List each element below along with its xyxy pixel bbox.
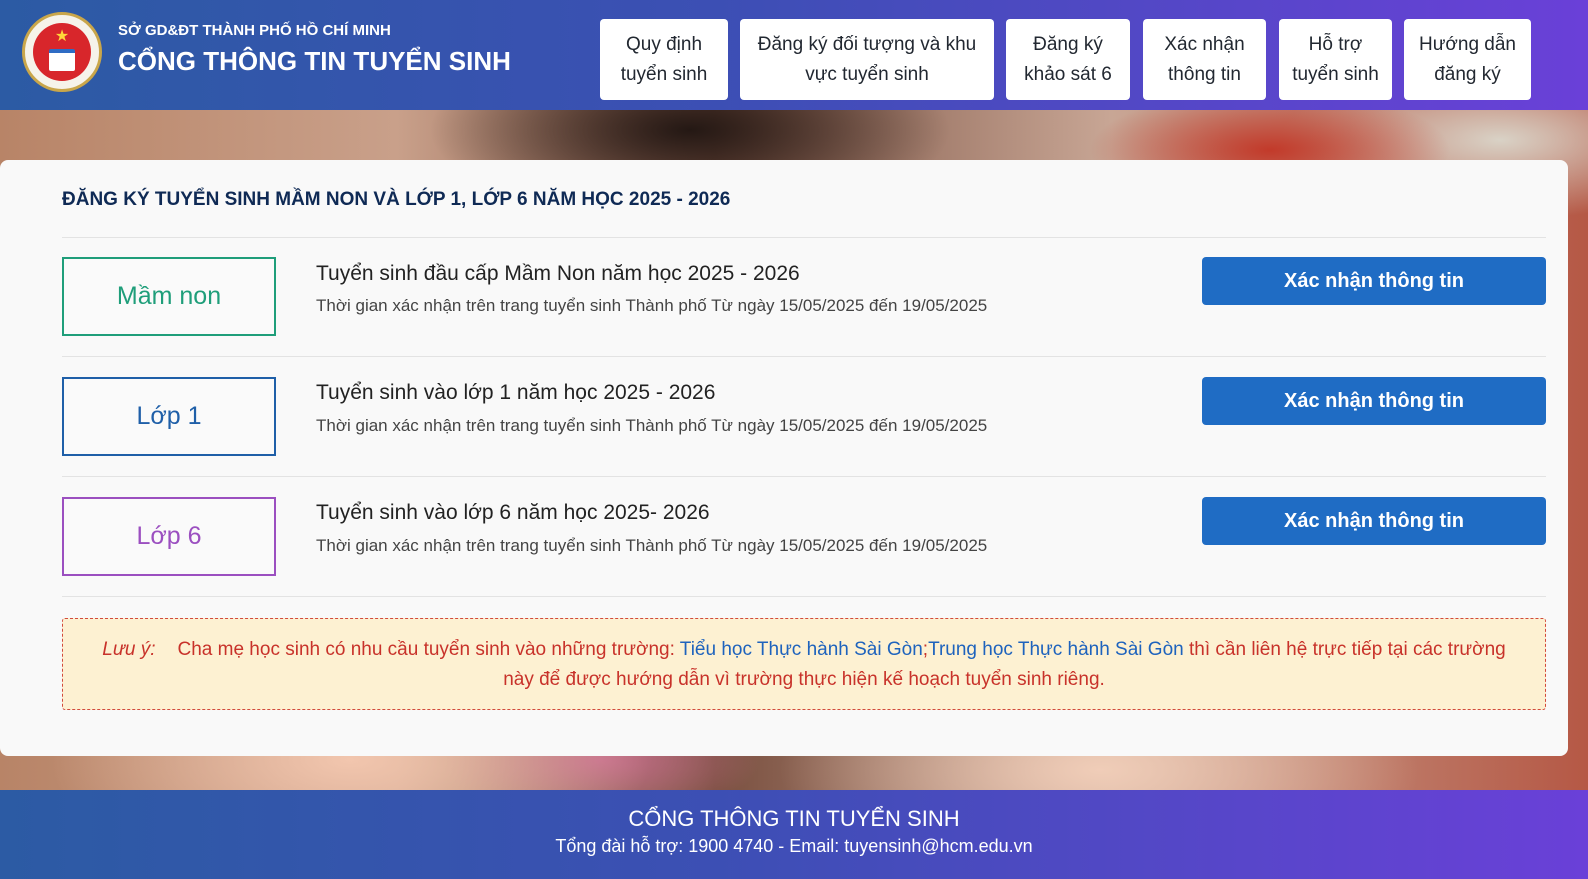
nav-label-line1: Đăng ký bbox=[1033, 33, 1103, 55]
nav-label-line2: vực tuyển sinh bbox=[805, 63, 929, 85]
nav-regulations[interactable]: Quy định tuyển sinh bbox=[600, 19, 728, 100]
nav-label-line1: Hỗ trợ bbox=[1308, 33, 1363, 55]
star-icon: ★ bbox=[54, 28, 70, 45]
department-logo[interactable]: ★ bbox=[22, 12, 102, 92]
nav-label-line1: Hướng dẫn bbox=[1418, 33, 1516, 55]
book-icon bbox=[49, 49, 75, 71]
nav-register-area[interactable]: Đăng ký đối tượng và khu vực tuyển sinh bbox=[740, 19, 994, 100]
confirm-button-lop-1[interactable]: Xác nhận thông tin bbox=[1202, 377, 1546, 425]
nav-label-line1: Quy định bbox=[625, 33, 703, 55]
confirm-button-lop-6[interactable]: Xác nhận thông tin bbox=[1202, 497, 1546, 545]
logo-emblem: ★ bbox=[33, 23, 91, 81]
level-badge-lop-1: Lớp 1 bbox=[62, 377, 276, 456]
link-trung-hoc-thuc-hanh[interactable]: Trung học Thực hành Sài Gòn bbox=[928, 639, 1184, 660]
level-badge-mam-non: Mầm non bbox=[62, 257, 276, 336]
nav-label-line2: tuyển sinh bbox=[620, 63, 708, 85]
nav-confirm-info[interactable]: Xác nhận thông tin bbox=[1143, 19, 1266, 100]
row-subtitle: Thời gian xác nhận trên trang tuyển sinh… bbox=[316, 416, 988, 435]
org-name: SỞ GD&ĐT THÀNH PHỐ HỒ CHÍ MINH bbox=[118, 22, 391, 39]
nav-survey-grade6[interactable]: Đăng ký khảo sát 6 bbox=[1006, 19, 1130, 100]
link-tieu-hoc-thuc-hanh[interactable]: Tiểu học Thực hành Sài Gòn bbox=[680, 639, 923, 660]
nav-guide[interactable]: Hướng dẫn đăng ký bbox=[1404, 19, 1531, 100]
row-title: Tuyển sinh vào lớp 6 năm học 2025- 2026 bbox=[316, 501, 710, 524]
row-subtitle: Thời gian xác nhận trên trang tuyển sinh… bbox=[316, 536, 988, 555]
divider bbox=[62, 237, 1546, 238]
notice-box: Lưu ý: Cha mẹ học sinh có nhu cầu tuyển s… bbox=[62, 618, 1546, 710]
nav-label-line2: đăng ký bbox=[1434, 63, 1501, 85]
site-header: ★ SỞ GD&ĐT THÀNH PHỐ HỒ CHÍ MINH CỔNG TH… bbox=[0, 0, 1588, 110]
nav-support[interactable]: Hỗ trợ tuyển sinh bbox=[1279, 19, 1392, 100]
footer-title: CỔNG THÔNG TIN TUYỂN SINH bbox=[628, 806, 960, 831]
nav-label-line1: Đăng ký đối tượng và khu bbox=[757, 33, 977, 55]
divider bbox=[62, 476, 1546, 477]
nav-label-line1: Xác nhận bbox=[1164, 33, 1245, 55]
notice-label: Lưu ý: bbox=[102, 639, 156, 660]
row-subtitle: Thời gian xác nhận trên trang tuyển sinh… bbox=[316, 296, 988, 315]
nav-label-line2: thông tin bbox=[1168, 63, 1241, 85]
nav-label-line2: khảo sát 6 bbox=[1024, 63, 1112, 85]
portal-title[interactable]: CỔNG THÔNG TIN TUYỂN SINH bbox=[118, 46, 511, 77]
row-title: Tuyển sinh vào lớp 1 năm học 2025 - 2026 bbox=[316, 381, 716, 404]
site-footer: CỔNG THÔNG TIN TUYỂN SINH Tổng đài hỗ tr… bbox=[0, 790, 1588, 879]
confirm-button-mam-non[interactable]: Xác nhận thông tin bbox=[1202, 257, 1546, 305]
section-title: ĐĂNG KÝ TUYỂN SINH MẦM NON VÀ LỚP 1, LỚP… bbox=[62, 189, 731, 210]
divider bbox=[62, 596, 1546, 597]
notice-text: Cha mẹ học sinh có nhu cầu tuyển sinh và… bbox=[177, 639, 680, 660]
nav-label-line2: tuyển sinh bbox=[1292, 63, 1379, 85]
level-badge-lop-6: Lớp 6 bbox=[62, 497, 276, 576]
footer-contact: Tổng đài hỗ trợ: 1900 4740 - Email: tuye… bbox=[555, 836, 1033, 856]
divider bbox=[62, 356, 1546, 357]
row-title: Tuyển sinh đầu cấp Mầm Non năm học 2025 … bbox=[316, 262, 800, 285]
